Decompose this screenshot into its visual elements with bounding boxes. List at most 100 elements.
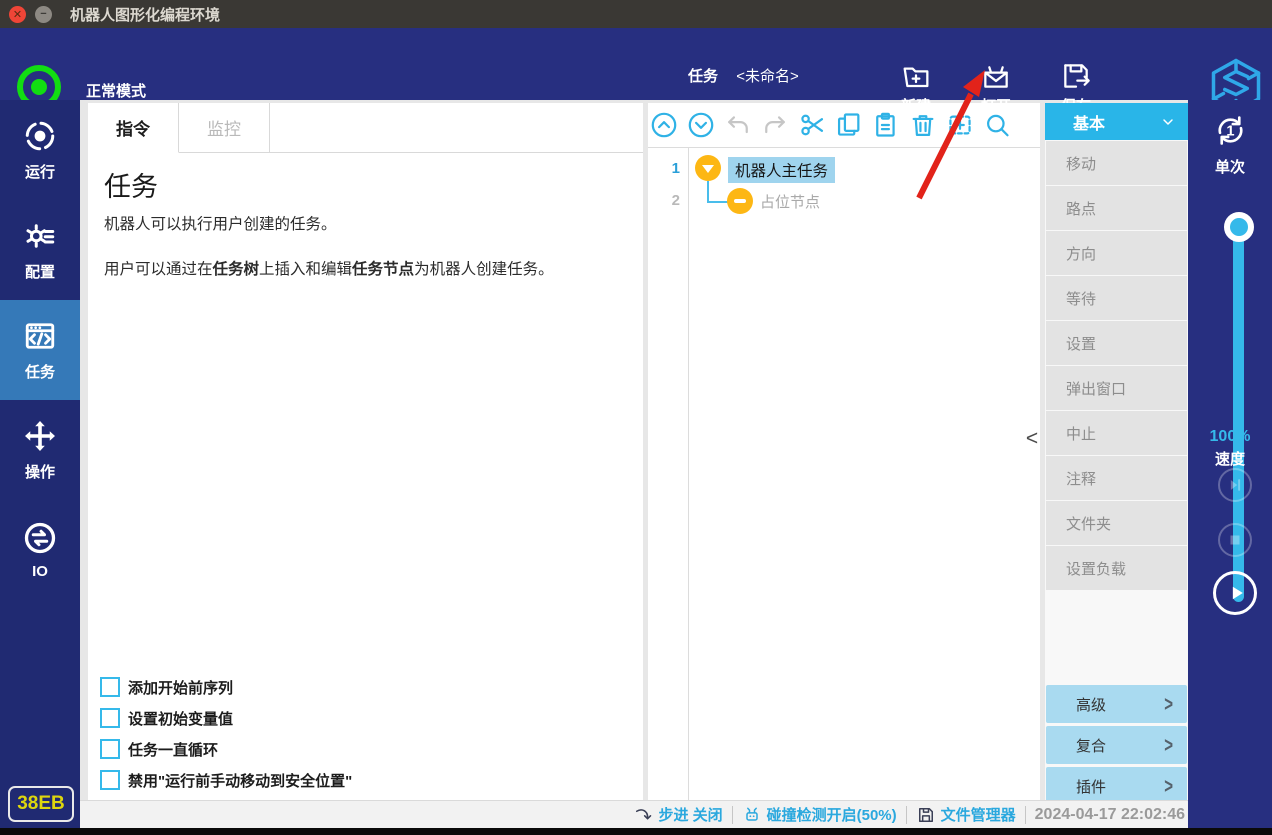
- tree-node-root[interactable]: 机器人主任务: [728, 157, 835, 183]
- sidebar-item-operate[interactable]: 操作: [0, 400, 80, 500]
- sidebar-item-io[interactable]: IO: [0, 500, 80, 600]
- status-collision-text: 碰撞检测开启(50%): [767, 804, 897, 825]
- single-cycle-label: 单次: [1188, 156, 1272, 177]
- sidebar-item-config[interactable]: 配置: [0, 200, 80, 300]
- command-item-5[interactable]: 弹出窗口: [1046, 366, 1187, 410]
- copy-button[interactable]: [835, 111, 863, 139]
- chevron-down-icon: [1160, 114, 1176, 130]
- step-icon: [633, 805, 653, 825]
- command-item-0[interactable]: 移动: [1046, 141, 1187, 185]
- sidebar-item-label: 运行: [25, 161, 55, 182]
- command-item-7[interactable]: 注释: [1046, 456, 1187, 500]
- bottom-strip: [0, 828, 1272, 835]
- sidebar-item-run[interactable]: 运行: [0, 100, 80, 200]
- checkbox-box[interactable]: [100, 770, 120, 790]
- command-item-3[interactable]: 等待: [1046, 276, 1187, 320]
- sidebar-item-label: 配置: [25, 261, 55, 282]
- tab-monitor[interactable]: 监控: [179, 103, 270, 152]
- window-title: 机器人图形化编程环境: [70, 4, 220, 25]
- command-panel: 基本 移动路点方向等待设置弹出窗口中止注释文件夹设置负载 高级>复合>插件>: [1045, 103, 1188, 800]
- task-options: 添加开始前序列设置初始变量值任务一直循环禁用"运行前手动移动到安全位置": [100, 675, 352, 799]
- command-item-9[interactable]: 设置负载: [1046, 546, 1187, 590]
- description-paragraph-2: 用户可以通过在任务树上插入和编辑任务节点为机器人创建任务。: [104, 260, 554, 280]
- insert-button[interactable]: [946, 111, 974, 139]
- save-file-icon: [1060, 60, 1092, 92]
- undo-button: [724, 111, 752, 139]
- line-number-gutter: [648, 148, 689, 800]
- tab-command[interactable]: 指令: [88, 103, 179, 153]
- checkbox-label: 任务一直循环: [128, 739, 218, 760]
- command-group-label: 复合: [1076, 735, 1106, 756]
- status-collision[interactable]: 碰撞检测开启(50%): [742, 804, 897, 825]
- task-value: <未命名>: [736, 68, 799, 85]
- paragraph-segment: 为机器人创建任务。: [414, 261, 554, 278]
- status-filemanager[interactable]: 文件管理器: [916, 804, 1016, 825]
- checkbox-task-loop-forever[interactable]: 任务一直循环: [100, 737, 352, 761]
- redo-button: [761, 111, 789, 139]
- window-minimize-button[interactable]: −: [35, 6, 52, 23]
- checkbox-label: 设置初始变量值: [128, 708, 233, 729]
- stop-button[interactable]: [1218, 523, 1252, 557]
- description-paragraph-1: 机器人可以执行用户创建的任务。: [104, 215, 337, 235]
- play-icon: [1227, 583, 1247, 603]
- command-group-1[interactable]: 复合>: [1046, 726, 1187, 764]
- io-icon: [22, 520, 58, 556]
- stop-icon: [1226, 531, 1244, 549]
- status-badge: 38EB: [8, 786, 74, 822]
- checkbox-add-pre-sequence[interactable]: 添加开始前序列: [100, 675, 352, 699]
- status-step[interactable]: 步进 关闭: [633, 804, 722, 825]
- root-node-collapse-icon[interactable]: [695, 155, 721, 181]
- command-item-6[interactable]: 中止: [1046, 411, 1187, 455]
- panel-collapse-handle[interactable]: <: [1023, 424, 1041, 454]
- sidebar-item-label: IO: [32, 563, 48, 580]
- command-group-basic-label: 基本: [1073, 110, 1105, 134]
- placeholder-node-icon[interactable]: [727, 188, 753, 214]
- checkbox-disable-move-safe[interactable]: 禁用"运行前手动移动到安全位置": [100, 768, 352, 792]
- command-group-2[interactable]: 插件>: [1046, 767, 1187, 800]
- titlebar: ✕ − 机器人图形化编程环境: [0, 0, 1272, 28]
- tree-node-placeholder[interactable]: 占位节点: [760, 191, 820, 212]
- mode-label: 正常模式: [86, 80, 146, 101]
- move-down-button[interactable]: [687, 111, 715, 139]
- checkbox-box[interactable]: [100, 708, 120, 728]
- checkbox-box[interactable]: [100, 677, 120, 697]
- checkbox-box[interactable]: [100, 739, 120, 759]
- single-cycle-icon[interactable]: 1: [1212, 112, 1249, 149]
- window-close-button[interactable]: ✕: [9, 6, 26, 23]
- new-file-icon: [900, 60, 932, 92]
- delete-button[interactable]: [909, 111, 937, 139]
- config-icon: [22, 218, 58, 254]
- speed-label: 速度: [1188, 448, 1272, 469]
- cut-button[interactable]: [798, 111, 826, 139]
- paste-button[interactable]: [872, 111, 900, 139]
- tree-toolbar: [648, 103, 1040, 148]
- chevron-right-icon: >: [1164, 774, 1173, 798]
- command-item-2[interactable]: 方向: [1046, 231, 1187, 275]
- paragraph-segment: 用户可以通过在: [104, 261, 213, 278]
- operate-icon: [22, 418, 58, 454]
- command-item-8[interactable]: 文件夹: [1046, 501, 1187, 545]
- statusbar-timestamp: 2024-04-17 22:02:46: [1035, 806, 1185, 824]
- command-item-1[interactable]: 路点: [1046, 186, 1187, 230]
- open-file-icon: [980, 60, 1012, 92]
- statusbar-separator: [732, 806, 733, 824]
- page-title: 任务: [104, 165, 158, 204]
- checkbox-label: 添加开始前序列: [128, 677, 233, 698]
- description-panel: 指令监控 任务 机器人可以执行用户创建的任务。 用户可以通过在任务树上插入和编辑…: [88, 103, 643, 800]
- sidebar-item-task[interactable]: 任务: [0, 300, 80, 400]
- file-manager-icon: [916, 805, 936, 825]
- tree-connector: [707, 181, 709, 203]
- sidebar: 运行配置任务操作 IO 38EB: [0, 100, 80, 828]
- command-group-basic[interactable]: 基本: [1045, 103, 1188, 140]
- speed-slider-thumb[interactable]: [1224, 212, 1254, 242]
- checkbox-set-init-variable[interactable]: 设置初始变量值: [100, 706, 352, 730]
- skip-to-end-button[interactable]: [1218, 468, 1252, 502]
- command-item-4[interactable]: 设置: [1046, 321, 1187, 365]
- status-filemanager-text: 文件管理器: [941, 804, 1016, 825]
- sidebar-item-label: 操作: [25, 461, 55, 482]
- task-icon: [22, 318, 58, 354]
- search-button[interactable]: [983, 111, 1011, 139]
- command-group-0[interactable]: 高级>: [1046, 685, 1187, 723]
- play-button[interactable]: [1213, 571, 1257, 615]
- move-up-button[interactable]: [650, 111, 678, 139]
